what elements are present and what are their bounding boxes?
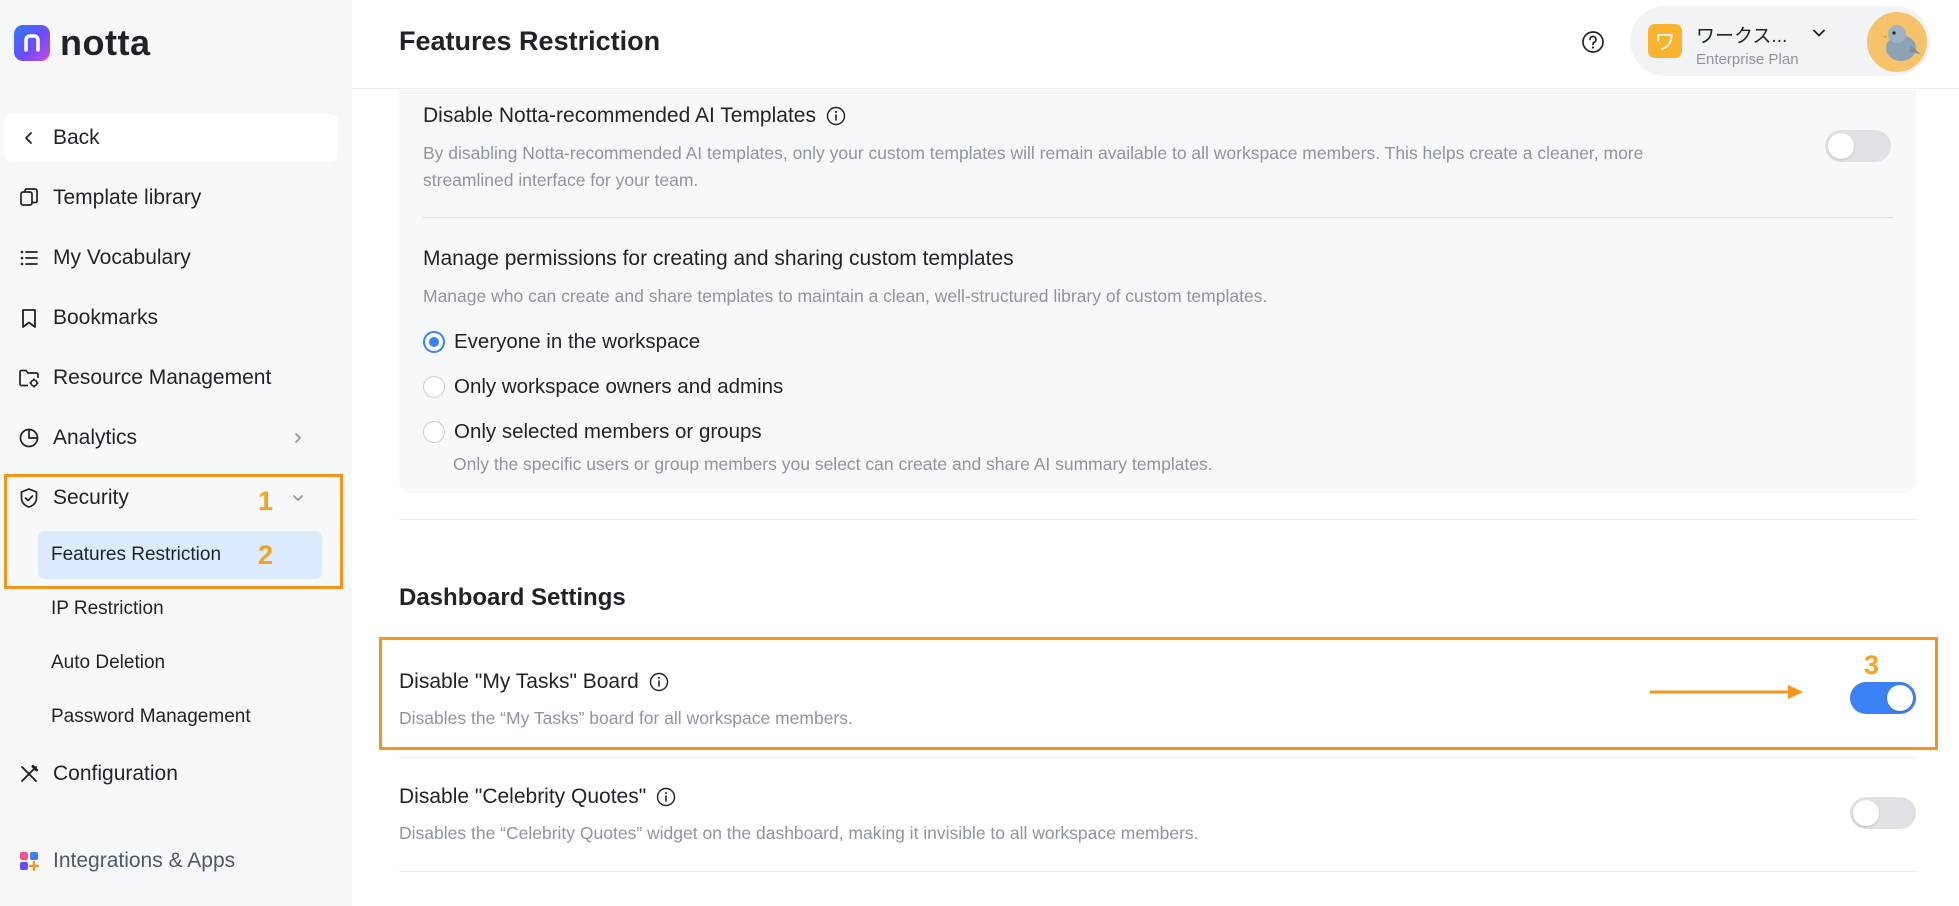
tools-icon [16, 761, 42, 787]
bird-avatar-icon [1882, 25, 1921, 61]
sidebar-item-analytics[interactable]: Analytics [4, 414, 338, 462]
annotation-number-2: 2 [258, 540, 274, 570]
celebrity-quotes-toggle[interactable] [1850, 797, 1916, 829]
sidebar-item-template-library[interactable]: Template library [4, 174, 338, 222]
workspace-plan: Enterprise Plan [1696, 51, 1799, 68]
pie-chart-icon [16, 425, 42, 451]
selected-members-note: Only the specific users or group members… [453, 454, 1213, 474]
annotation-arrow-icon [1650, 685, 1803, 699]
celebrity-quotes-description: Disables the “Celebrity Quotes” widget o… [399, 823, 1199, 843]
sidebar-item-configuration[interactable]: Configuration [4, 750, 338, 798]
annotation-number-3: 3 [1864, 650, 1880, 680]
radio-everyone[interactable]: Everyone in the workspace [423, 330, 700, 354]
annotation-number-1: 1 [258, 486, 274, 516]
top-header: Features Restriction ワ ワークス... Enterpris… [352, 0, 1959, 89]
apps-icon [16, 848, 42, 874]
chevron-left-icon [16, 125, 42, 151]
dashboard-settings-title: Dashboard Settings [399, 584, 626, 611]
help-icon[interactable] [1580, 29, 1606, 55]
sidebar-item-label: Template library [53, 186, 202, 209]
divider [399, 757, 1916, 758]
radio-label: Everyone in the workspace [454, 330, 701, 353]
brand-name: notta [60, 22, 151, 63]
sidebar-subitem-password-management[interactable]: Password Management [38, 693, 322, 741]
notta-logo[interactable]: notta [14, 22, 150, 64]
info-icon[interactable] [826, 106, 846, 126]
divider [399, 871, 1916, 872]
sidebar-subitem-label: Password Management [51, 706, 251, 727]
avatar[interactable] [1867, 12, 1927, 72]
permissions-title-text: Manage permissions for creating and shar… [423, 247, 1014, 270]
bookmark-icon [16, 305, 42, 331]
sidebar-subitem-label: IP Restriction [51, 598, 164, 619]
celebrity-quotes-setting-title: Disable "Celebrity Quotes" [399, 785, 676, 809]
ai-templates-toggle[interactable] [1825, 130, 1891, 162]
toggle-knob [1853, 800, 1879, 826]
ai-templates-description: By disabling Notta-recommended AI templa… [423, 140, 1803, 194]
permissions-setting-title: Manage permissions for creating and shar… [423, 247, 1014, 271]
radio-button [423, 421, 445, 443]
radio-owners-admins[interactable]: Only workspace owners and admins [423, 375, 783, 399]
sidebar-item-integrations-apps[interactable]: Integrations & Apps [4, 837, 338, 885]
divider [399, 519, 1916, 520]
back-label: Back [53, 126, 100, 149]
info-icon[interactable] [656, 787, 676, 807]
ai-templates-setting-title: Disable Notta-recommended AI Templates [423, 104, 846, 128]
sidebar-item-label: Analytics [53, 426, 138, 449]
divider [423, 217, 1893, 218]
ai-templates-desc-line: streamlined interface for your team. [423, 170, 699, 190]
sidebar-subitem-auto-deletion[interactable]: Auto Deletion [38, 639, 322, 687]
annotation-highlight-security [4, 474, 343, 589]
workspace-name: ワークス... [1696, 26, 1788, 47]
workspace-badge: ワ [1648, 24, 1682, 58]
radio-label: Only selected members or groups [454, 420, 762, 443]
sidebar-subitem-ip-restriction[interactable]: IP Restriction [38, 585, 322, 633]
sidebar-item-label: Integrations & Apps [53, 849, 236, 872]
sidebar-item-bookmarks[interactable]: Bookmarks [4, 294, 338, 342]
radio-label: Only workspace owners and admins [454, 375, 784, 398]
sidebar-subitem-label: Auto Deletion [51, 652, 166, 673]
sidebar-item-resource-management[interactable]: Resource Management [4, 354, 338, 402]
page-title: Features Restriction [399, 26, 661, 56]
ai-templates-title-text: Disable Notta-recommended AI Templates [423, 104, 816, 127]
template-icon [16, 185, 42, 211]
sidebar-item-label: Bookmarks [53, 306, 159, 329]
notta-logo-icon [14, 25, 50, 61]
ai-templates-desc-line: By disabling Notta-recommended AI templa… [423, 143, 1644, 163]
radio-selected-members[interactable]: Only selected members or groups [423, 420, 762, 444]
radio-button [423, 331, 445, 353]
chevron-down-icon [1810, 24, 1828, 42]
chevron-right-icon [288, 428, 308, 448]
permissions-description: Manage who can create and share template… [423, 286, 1268, 306]
celebrity-quotes-title-text: Disable "Celebrity Quotes" [399, 785, 647, 808]
sidebar-item-label: Configuration [53, 762, 178, 785]
sidebar: notta Back Template library My Vocabular… [0, 0, 352, 906]
toggle-knob [1828, 133, 1854, 159]
folder-gear-icon [16, 365, 42, 391]
back-button[interactable]: Back [4, 114, 338, 162]
list-icon [16, 245, 42, 271]
radio-button [423, 376, 445, 398]
sidebar-item-label: Resource Management [53, 366, 272, 389]
sidebar-item-my-vocabulary[interactable]: My Vocabulary [4, 234, 338, 282]
sidebar-item-label: My Vocabulary [53, 246, 191, 269]
